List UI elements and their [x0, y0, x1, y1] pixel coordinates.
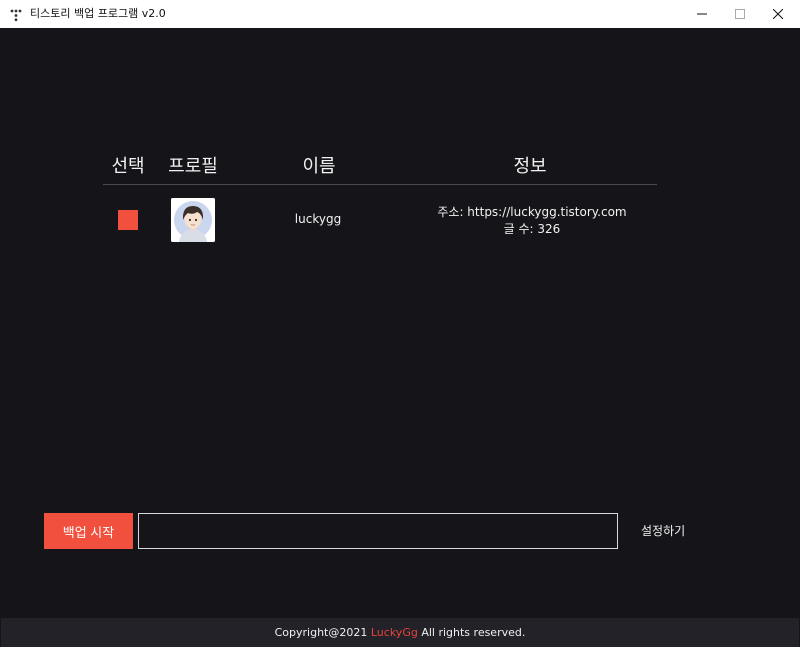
maximize-icon	[735, 9, 745, 19]
header-name: 이름	[302, 156, 336, 177]
header-info: 정보	[513, 156, 547, 177]
close-icon	[773, 9, 783, 19]
avatar	[171, 198, 215, 242]
footer: Copyright@2021 LuckyGg All rights reserv…	[1, 618, 799, 647]
row-address: 주소: https://luckygg.tistory.com	[437, 205, 627, 219]
table-header: 선택 프로필 이름 정보	[1, 152, 799, 182]
table-row[interactable]: luckygg 주소: https://luckygg.tistory.com …	[1, 192, 799, 252]
footer-rights: All rights reserved.	[417, 626, 526, 639]
row-post-count: 글 수: 326	[503, 222, 561, 236]
minimize-icon	[697, 13, 707, 15]
title-bar: 티스토리 백업 프로그램 v2.0	[0, 0, 800, 28]
backup-path-input[interactable]	[138, 513, 618, 549]
footer-brand[interactable]: LuckyGg	[371, 626, 418, 639]
header-profile: 프로필	[168, 156, 218, 177]
close-button[interactable]	[756, 0, 800, 28]
settings-button[interactable]: 설정하기	[641, 522, 685, 539]
row-name: luckygg	[294, 212, 342, 226]
row-info: 주소: https://luckygg.tistory.com 글 수: 326	[437, 204, 626, 238]
window-title: 티스토리 백업 프로그램 v2.0	[30, 7, 166, 20]
select-checkbox[interactable]	[118, 210, 138, 230]
header-divider	[103, 184, 657, 185]
tistory-logo-icon	[9, 7, 23, 22]
backup-start-button[interactable]: 백업 시작	[44, 513, 133, 549]
footer-copyright: Copyright@2021	[274, 626, 371, 639]
header-select: 선택	[111, 156, 145, 177]
